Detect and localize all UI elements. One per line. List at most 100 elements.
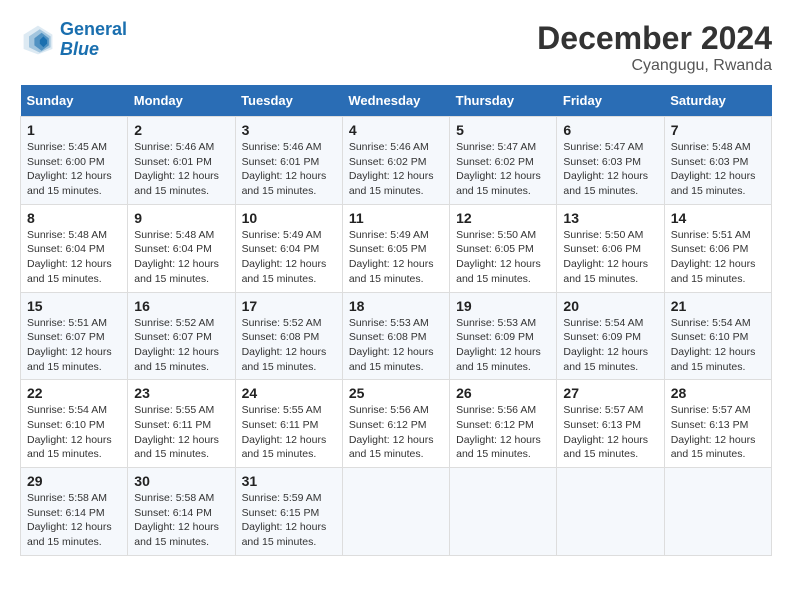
day-number: 7 [671,122,765,138]
location-subtitle: Cyangugu, Rwanda [537,57,772,75]
day-number: 30 [134,473,228,489]
day-info: Sunrise: 5:58 AM Sunset: 6:14 PM Dayligh… [134,491,228,550]
calendar-cell: 4Sunrise: 5:46 AM Sunset: 6:02 PM Daylig… [342,117,449,205]
day-header-tuesday: Tuesday [235,85,342,117]
logo-text: General Blue [60,20,127,60]
day-info: Sunrise: 5:56 AM Sunset: 6:12 PM Dayligh… [349,403,443,462]
day-number: 14 [671,210,765,226]
day-info: Sunrise: 5:48 AM Sunset: 6:04 PM Dayligh… [134,228,228,287]
calendar-cell: 22 Sunrise: 5:54 AM Sunset: 6:10 PM Dayli… [21,380,128,468]
calendar-cell: 5 Sunrise: 5:47 AM Sunset: 6:02 PM Daylig… [450,117,557,205]
calendar-cell: 14 Sunrise: 5:51 AM Sunset: 6:06 PM Dayli… [664,204,771,292]
day-number: 8 [27,210,121,226]
day-number: 11 [349,210,443,226]
calendar-cell: 20 Sunrise: 5:54 AM Sunset: 6:09 PM Dayli… [557,292,664,380]
day-number: 2 [134,122,228,138]
day-number: 5 [456,122,550,138]
calendar-cell [450,468,557,556]
day-info: Sunrise: 5:52 AM Sunset: 6:07 PM Dayligh… [134,316,228,375]
calendar-cell: 3 Sunrise: 5:46 AM Sunset: 6:01 PM Daylig… [235,117,342,205]
day-number: 12 [456,210,550,226]
month-title: December 2024 [537,20,772,57]
calendar-cell: 27 Sunrise: 5:57 AM Sunset: 6:13 PM Dayli… [557,380,664,468]
day-number: 15 [27,298,121,314]
day-number: 6 [563,122,657,138]
calendar-week-1: 1 Sunrise: 5:45 AM Sunset: 6:00 PM Daylig… [21,117,772,205]
day-info: Sunrise: 5:53 AM Sunset: 6:09 PM Dayligh… [456,316,550,375]
calendar-header: SundayMondayTuesdayWednesdayThursdayFrid… [21,85,772,117]
day-number: 22 [27,385,121,401]
day-number: 25 [349,385,443,401]
calendar-cell: 24Sunrise: 5:55 AM Sunset: 6:11 PM Dayli… [235,380,342,468]
day-info: Sunrise: 5:50 AM Sunset: 6:05 PM Dayligh… [456,228,550,287]
day-info: Sunrise: 5:57 AM Sunset: 6:13 PM Dayligh… [563,403,657,462]
day-number: 23 [134,385,228,401]
day-info: Sunrise: 5:48 AM Sunset: 6:03 PM Dayligh… [671,140,765,199]
day-info: Sunrise: 5:48 AM Sunset: 6:04 PM Dayligh… [27,228,121,287]
calendar-cell: 9 Sunrise: 5:48 AM Sunset: 6:04 PM Daylig… [128,204,235,292]
calendar-cell: 19 Sunrise: 5:53 AM Sunset: 6:09 PM Dayli… [450,292,557,380]
calendar-cell: 16 Sunrise: 5:52 AM Sunset: 6:07 PM Dayli… [128,292,235,380]
calendar-cell: 30 Sunrise: 5:58 AM Sunset: 6:14 PM Dayli… [128,468,235,556]
day-info: Sunrise: 5:54 AM Sunset: 6:10 PM Dayligh… [27,403,121,462]
day-number: 17 [242,298,336,314]
calendar-cell: 2 Sunrise: 5:46 AM Sunset: 6:01 PM Daylig… [128,117,235,205]
day-info: Sunrise: 5:46 AM Sunset: 6:01 PM Dayligh… [134,140,228,199]
calendar-cell [664,468,771,556]
day-number: 27 [563,385,657,401]
calendar-cell: 13 Sunrise: 5:50 AM Sunset: 6:06 PM Dayli… [557,204,664,292]
day-info: Sunrise: 5:58 AM Sunset: 6:14 PM Dayligh… [27,491,121,550]
calendar-cell: 17 Sunrise: 5:52 AM Sunset: 6:08 PM Dayli… [235,292,342,380]
day-number: 1 [27,122,121,138]
day-number: 3 [242,122,336,138]
day-number: 10 [242,210,336,226]
calendar-cell: 6 Sunrise: 5:47 AM Sunset: 6:03 PM Daylig… [557,117,664,205]
day-info: Sunrise: 5:51 AM Sunset: 6:07 PM Dayligh… [27,316,121,375]
day-info: Sunrise: 5:49 AM Sunset: 6:05 PM Dayligh… [349,228,443,287]
calendar-cell: 1 Sunrise: 5:45 AM Sunset: 6:00 PM Daylig… [21,117,128,205]
title-block: December 2024 Cyangugu, Rwanda [537,20,772,75]
day-header-thursday: Thursday [450,85,557,117]
day-number: 19 [456,298,550,314]
day-info: Sunrise: 5:50 AM Sunset: 6:06 PM Dayligh… [563,228,657,287]
calendar-cell: 31Sunrise: 5:59 AM Sunset: 6:15 PM Dayli… [235,468,342,556]
calendar-cell: 21Sunrise: 5:54 AM Sunset: 6:10 PM Dayli… [664,292,771,380]
day-info: Sunrise: 5:51 AM Sunset: 6:06 PM Dayligh… [671,228,765,287]
day-info: Sunrise: 5:47 AM Sunset: 6:02 PM Dayligh… [456,140,550,199]
day-number: 13 [563,210,657,226]
day-info: Sunrise: 5:49 AM Sunset: 6:04 PM Dayligh… [242,228,336,287]
day-number: 16 [134,298,228,314]
day-number: 9 [134,210,228,226]
day-info: Sunrise: 5:59 AM Sunset: 6:15 PM Dayligh… [242,491,336,550]
day-info: Sunrise: 5:46 AM Sunset: 6:01 PM Dayligh… [242,140,336,199]
calendar-cell: 11 Sunrise: 5:49 AM Sunset: 6:05 PM Dayli… [342,204,449,292]
calendar-cell [557,468,664,556]
day-header-monday: Monday [128,85,235,117]
calendar-cell: 28Sunrise: 5:57 AM Sunset: 6:13 PM Dayli… [664,380,771,468]
calendar-cell: 18 Sunrise: 5:53 AM Sunset: 6:08 PM Dayli… [342,292,449,380]
day-info: Sunrise: 5:47 AM Sunset: 6:03 PM Dayligh… [563,140,657,199]
day-number: 26 [456,385,550,401]
day-number: 18 [349,298,443,314]
day-header-sunday: Sunday [21,85,128,117]
day-info: Sunrise: 5:54 AM Sunset: 6:09 PM Dayligh… [563,316,657,375]
calendar-cell: 7 Sunrise: 5:48 AM Sunset: 6:03 PM Daylig… [664,117,771,205]
page-header: General Blue December 2024 Cyangugu, Rwa… [20,20,772,75]
calendar-cell: 10 Sunrise: 5:49 AM Sunset: 6:04 PM Dayli… [235,204,342,292]
calendar-cell: 12 Sunrise: 5:50 AM Sunset: 6:05 PM Dayli… [450,204,557,292]
day-number: 28 [671,385,765,401]
calendar-week-3: 15 Sunrise: 5:51 AM Sunset: 6:07 PM Dayli… [21,292,772,380]
calendar-cell: 25 Sunrise: 5:56 AM Sunset: 6:12 PM Dayli… [342,380,449,468]
calendar-table: SundayMondayTuesdayWednesdayThursdayFrid… [20,85,772,556]
day-info: Sunrise: 5:52 AM Sunset: 6:08 PM Dayligh… [242,316,336,375]
calendar-cell: 23Sunrise: 5:55 AM Sunset: 6:11 PM Dayli… [128,380,235,468]
day-header-friday: Friday [557,85,664,117]
day-info: Sunrise: 5:45 AM Sunset: 6:00 PM Dayligh… [27,140,121,199]
day-number: 29 [27,473,121,489]
logo: General Blue [20,20,127,60]
day-info: Sunrise: 5:53 AM Sunset: 6:08 PM Dayligh… [349,316,443,375]
day-number: 24 [242,385,336,401]
day-number: 20 [563,298,657,314]
day-number: 4 [349,122,443,138]
calendar-cell [342,468,449,556]
